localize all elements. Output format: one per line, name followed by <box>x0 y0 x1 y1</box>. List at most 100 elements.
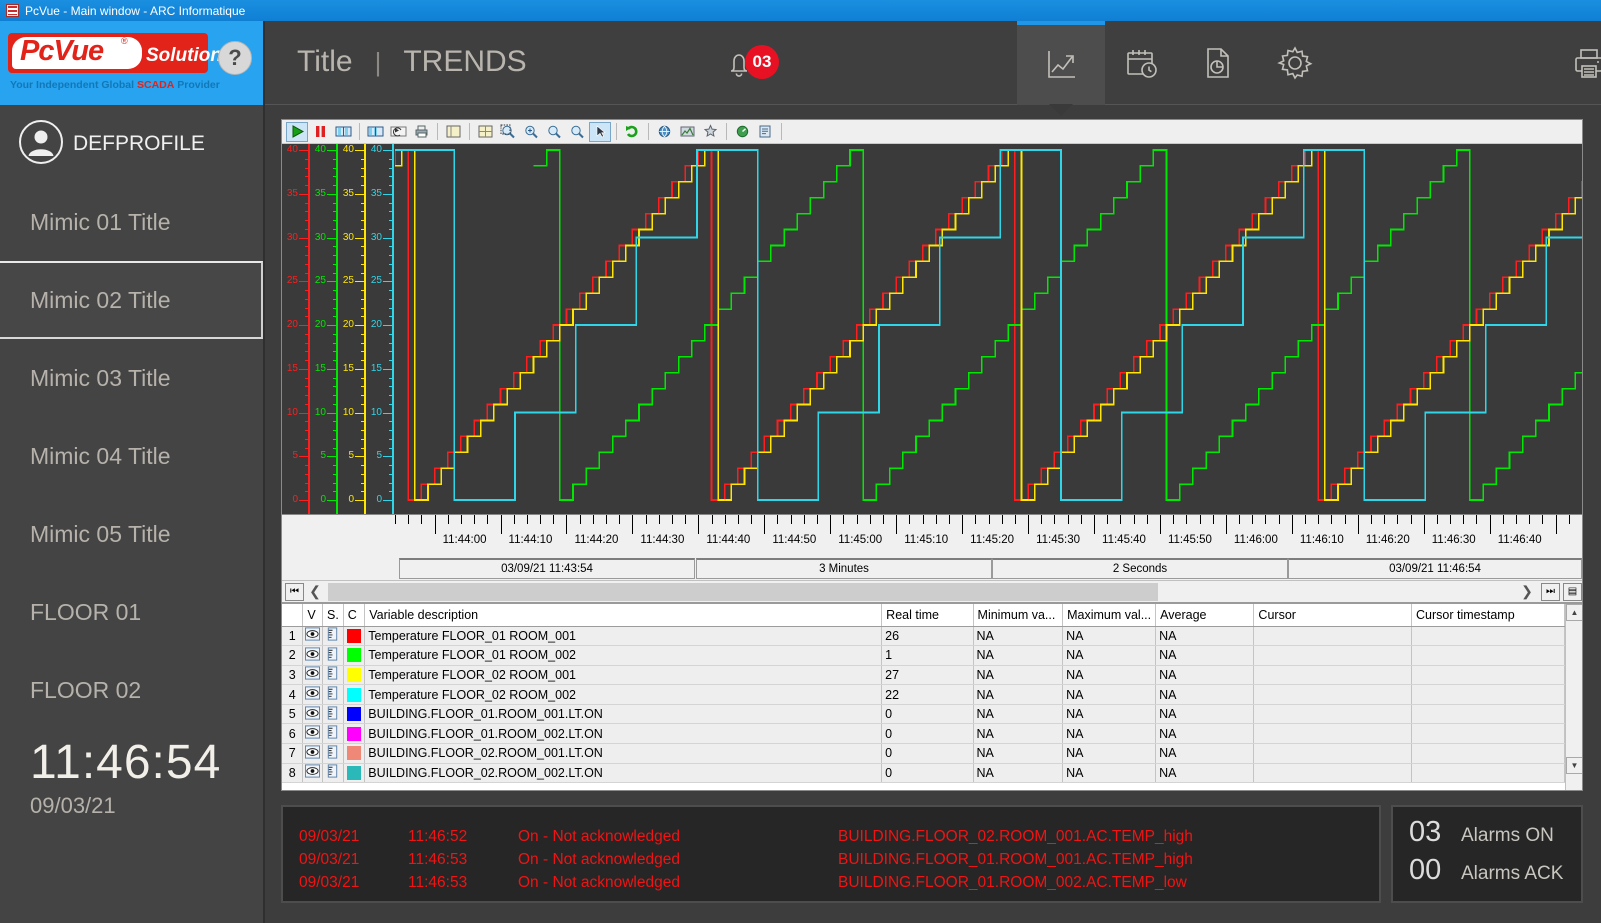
scroll-right-button[interactable]: ❯ <box>1516 583 1538 601</box>
group-right-button[interactable] <box>364 122 386 142</box>
table-header-cell[interactable]: Cursor <box>1254 604 1412 626</box>
table-row[interactable]: 1Temperature FLOOR_01 ROOM_00126NANANA <box>282 626 1565 646</box>
row-scale-toggle[interactable] <box>322 685 343 705</box>
y-axis-tick <box>305 176 310 177</box>
trend-chart-icon-button[interactable] <box>1017 21 1105 105</box>
table-row[interactable]: 2Temperature FLOOR_01 ROOM_0021NANANA <box>282 646 1565 666</box>
go-first-button[interactable]: ⏮ <box>285 583 304 601</box>
settings-star-button[interactable] <box>699 122 721 142</box>
zoom-reset-button[interactable] <box>566 122 588 142</box>
table-toggle-button[interactable]: ▤ <box>1563 583 1582 601</box>
y-axis-tick <box>383 281 394 282</box>
table-header-cell[interactable]: Maximum val... <box>1063 604 1156 626</box>
sidebar-item-mimic-02-title[interactable]: Mimic 02 Title <box>0 261 263 339</box>
split-vertical-button[interactable] <box>442 122 464 142</box>
pause-button[interactable] <box>309 122 331 142</box>
group-left-button[interactable] <box>332 122 354 142</box>
row-visibility-toggle[interactable] <box>303 724 323 744</box>
table-header-cell[interactable]: Average <box>1156 604 1254 626</box>
sidebar-item-floor-02[interactable]: FLOOR 02 <box>0 651 263 729</box>
row-visibility-toggle[interactable] <box>303 704 323 724</box>
alarm-row[interactable]: 09/03/2111:46:53On - Not acknowledgedBUI… <box>283 871 1379 894</box>
undo-button[interactable] <box>387 122 409 142</box>
table-header-cell[interactable]: Cursor timestamp <box>1412 604 1565 626</box>
table-row[interactable]: 8BUILDING.FLOOR_02.ROOM_002.LT.ON0NANANA <box>282 763 1565 783</box>
calendar-clock-icon-button[interactable] <box>1097 21 1185 105</box>
row-visibility-toggle[interactable] <box>303 744 323 764</box>
gauge-button[interactable] <box>731 122 753 142</box>
row-scale-toggle[interactable] <box>322 626 343 646</box>
row-visibility-toggle[interactable] <box>303 646 323 666</box>
time-axis-tick <box>1041 515 1042 524</box>
zoom-area-button[interactable] <box>497 122 519 142</box>
alarm-row[interactable]: 09/03/2111:46:53On - Not acknowledgedBUI… <box>283 848 1379 871</box>
bell-icon-button[interactable]: 03 <box>695 21 783 105</box>
y-axis-tick <box>389 316 394 317</box>
help-button[interactable]: ? <box>218 41 252 75</box>
zoom-in-button[interactable] <box>520 122 542 142</box>
scroll-left-button[interactable]: ❮ <box>304 583 326 601</box>
y-axis-tick <box>383 150 394 151</box>
sidebar-item-mimic-03-title[interactable]: Mimic 03 Title <box>0 339 263 417</box>
split-grid-button[interactable] <box>474 122 496 142</box>
row-scale-toggle[interactable] <box>322 704 343 724</box>
globe-button[interactable] <box>653 122 675 142</box>
cursor-select-button[interactable] <box>589 122 611 142</box>
sidebar-item-mimic-01-title[interactable]: Mimic 01 Title <box>0 183 263 261</box>
alarm-row[interactable]: 09/03/2111:46:52On - Not acknowledgedBUI… <box>283 825 1379 848</box>
time-axis-tick <box>606 515 607 524</box>
table-scroll-track[interactable] <box>1566 621 1582 757</box>
logo-registered-mark: ® <box>121 36 128 46</box>
time-axis-tick <box>1556 515 1557 534</box>
row-visibility-toggle[interactable] <box>303 763 323 783</box>
row-visibility-toggle[interactable] <box>303 626 323 646</box>
row-scale-toggle[interactable] <box>322 646 343 666</box>
export-image-button[interactable] <box>676 122 698 142</box>
table-header-cell[interactable]: V <box>303 604 323 626</box>
row-visibility-toggle[interactable] <box>303 665 323 685</box>
table-header-cell[interactable]: Variable description <box>365 604 882 626</box>
row-realtime-value: 0 <box>882 744 973 764</box>
refresh-button[interactable] <box>621 122 643 142</box>
y-axis-tick <box>361 308 366 309</box>
y-axis-label: 5 <box>292 451 298 460</box>
play-button[interactable] <box>286 122 308 142</box>
time-axis-tick <box>1437 515 1438 524</box>
trend-plot-area[interactable]: 0510152025303540051015202530354005101520… <box>282 144 1582 514</box>
zoom-prev-button[interactable] <box>543 122 565 142</box>
table-header-cell[interactable] <box>282 604 303 626</box>
table-row[interactable]: 5BUILDING.FLOOR_01.ROOM_001.LT.ON0NANANA <box>282 704 1565 724</box>
sidebar-item-floor-01[interactable]: FLOOR 01 <box>0 573 263 651</box>
y-axis-tick <box>355 194 366 195</box>
table-header-cell[interactable]: Minimum va... <box>973 604 1063 626</box>
table-scrollbar[interactable]: ▲ ▼ <box>1565 604 1582 790</box>
print-button[interactable] <box>410 122 432 142</box>
y-axis-4: 0510152025303540 <box>368 144 396 514</box>
row-scale-toggle[interactable] <box>322 724 343 744</box>
row-scale-toggle[interactable] <box>322 744 343 764</box>
table-header-cell[interactable]: C <box>343 604 364 626</box>
table-row[interactable]: 7BUILDING.FLOOR_02.ROOM_001.LT.ON0NANANA <box>282 744 1565 764</box>
time-scrollbar-track[interactable] <box>328 583 1514 601</box>
table-scroll-down-button[interactable]: ▼ <box>1566 757 1582 774</box>
table-row[interactable]: 6BUILDING.FLOOR_01.ROOM_002.LT.ON0NANANA <box>282 724 1565 744</box>
time-scrollbar-thumb[interactable] <box>328 583 1158 601</box>
report-chart-icon-button[interactable] <box>1173 21 1261 105</box>
row-visibility-toggle[interactable] <box>303 685 323 705</box>
table-header-cell[interactable]: Real time <box>882 604 973 626</box>
user-profile[interactable]: DEFPROFILE <box>0 105 263 183</box>
table-row[interactable]: 3Temperature FLOOR_02 ROOM_00127NANANA <box>282 665 1565 685</box>
row-scale-toggle[interactable] <box>322 665 343 685</box>
row-scale-toggle[interactable] <box>322 763 343 783</box>
table-scroll-up-button[interactable]: ▲ <box>1566 604 1582 621</box>
sidebar-item-mimic-04-title[interactable]: Mimic 04 Title <box>0 417 263 495</box>
alarm-banner[interactable]: 09/03/2111:46:52On - Not acknowledgedBUI… <box>281 805 1381 903</box>
sidebar-item-mimic-05-title[interactable]: Mimic 05 Title <box>0 495 263 573</box>
y-axis-tick <box>389 448 394 449</box>
go-last-button[interactable]: ⏭ <box>1541 583 1560 601</box>
printer-icon-button[interactable] <box>1545 21 1601 105</box>
table-row[interactable]: 4Temperature FLOOR_02 ROOM_00222NANANA <box>282 685 1565 705</box>
properties-button[interactable] <box>754 122 776 142</box>
table-header-cell[interactable]: S. <box>322 604 343 626</box>
gear-icon-button[interactable] <box>1251 21 1339 105</box>
